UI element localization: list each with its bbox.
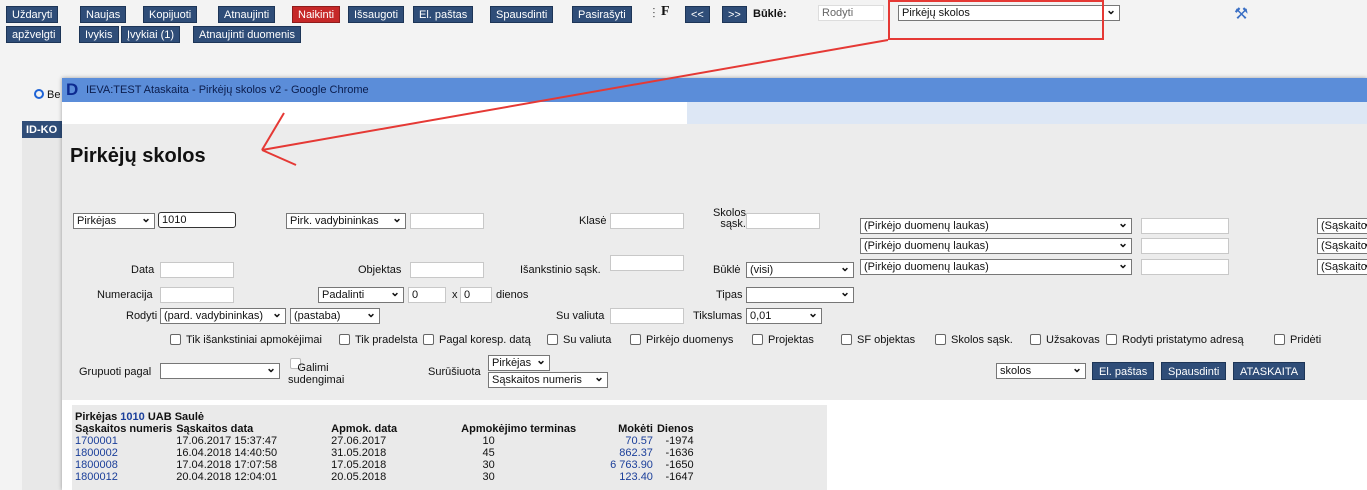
- annotation-arrow: [261, 39, 889, 166]
